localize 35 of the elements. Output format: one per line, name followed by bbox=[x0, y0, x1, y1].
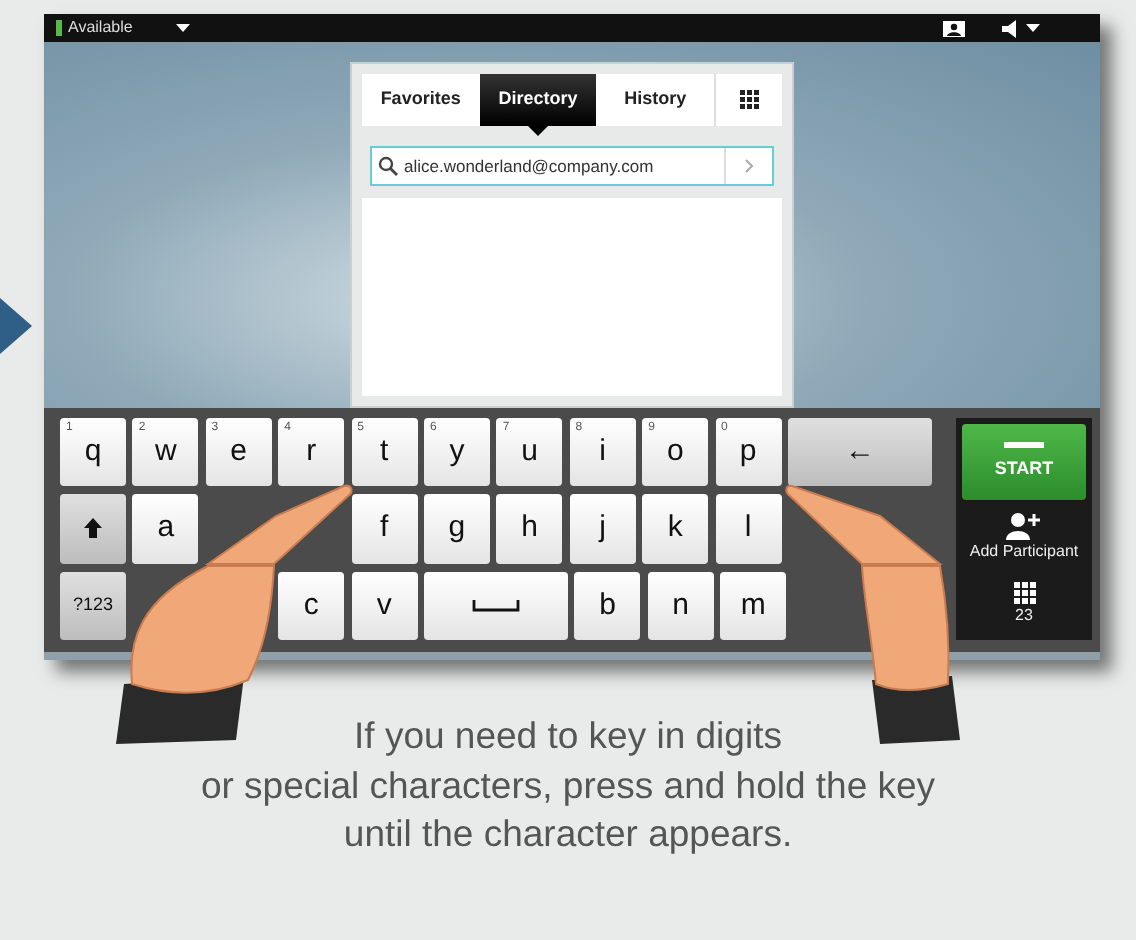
instruction-caption: If you need to key in digits or special characters, press and hold the key until the character appears. bbox=[198, 712, 938, 859]
backspace-key[interactable]: ← bbox=[787, 418, 932, 487]
add-person-icon bbox=[1006, 511, 1042, 540]
presence-indicator-icon bbox=[56, 20, 62, 36]
key[interactable]: l bbox=[715, 494, 782, 564]
palm-drawing bbox=[861, 565, 950, 691]
speaker-icon bbox=[1002, 19, 1016, 37]
key[interactable]: b bbox=[574, 571, 641, 640]
key[interactable]: f bbox=[351, 494, 418, 564]
selfview-icon bbox=[942, 19, 966, 37]
keypad-icon bbox=[739, 89, 760, 110]
key[interactable]: c bbox=[278, 571, 345, 640]
shift-key[interactable] bbox=[60, 494, 126, 564]
selection-pointer-icon bbox=[528, 126, 548, 136]
key[interactable]: v bbox=[351, 571, 418, 640]
handset-bar-icon bbox=[1004, 441, 1044, 448]
key[interactable]: m bbox=[720, 571, 787, 640]
search-icon bbox=[378, 156, 398, 176]
key[interactable]: j bbox=[569, 494, 636, 564]
key[interactable]: g bbox=[423, 494, 490, 564]
search-field[interactable]: alice.wonderland@company.com bbox=[370, 146, 774, 186]
chevron-icon bbox=[744, 157, 754, 174]
shift-arrow-icon bbox=[84, 518, 102, 539]
presence-status[interactable]: Available bbox=[68, 16, 133, 40]
key[interactable]: k bbox=[642, 494, 709, 564]
space-bar-icon bbox=[471, 599, 520, 612]
caret-icon bbox=[176, 24, 191, 32]
key[interactable]: h bbox=[496, 494, 563, 564]
space-key[interactable] bbox=[423, 571, 568, 640]
key[interactable]: a bbox=[132, 494, 199, 564]
keypad-icon bbox=[1013, 581, 1035, 604]
caret-icon bbox=[1026, 24, 1040, 32]
tab[interactable]: Directory bbox=[479, 74, 597, 126]
key[interactable]: n bbox=[647, 571, 714, 640]
numbers-key[interactable]: ?123 bbox=[60, 571, 126, 640]
